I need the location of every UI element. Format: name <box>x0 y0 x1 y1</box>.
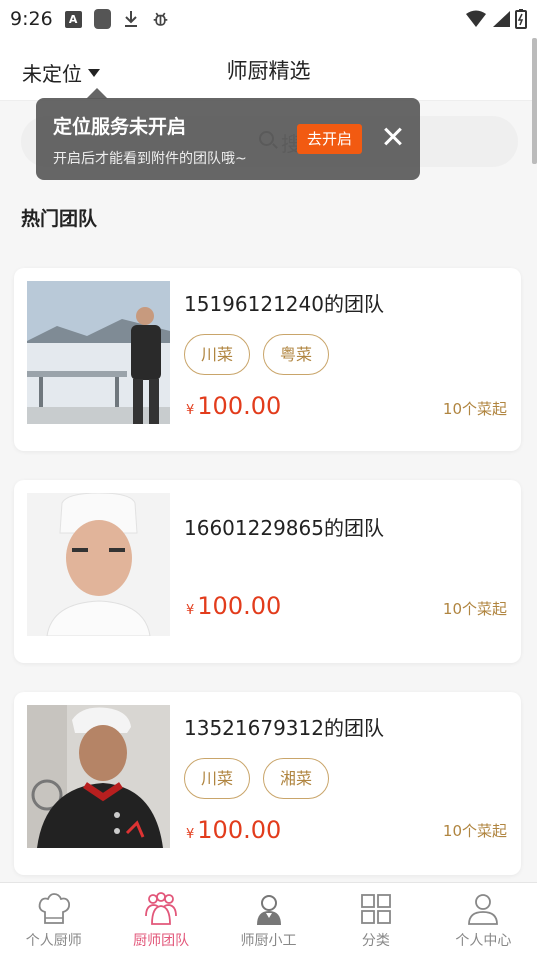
enable-location-button[interactable]: 去开启 <box>297 124 362 154</box>
status-time: 9:26 <box>10 8 53 30</box>
price-value: 100.00 <box>197 392 282 420</box>
bottom-tab-bar: 个人厨师 厨师团队 师厨小工 分类 个人中心 <box>0 882 537 956</box>
team-name: 15196121240的团队 <box>184 292 384 316</box>
team-photo <box>27 281 170 424</box>
cuisine-tag: 湘菜 <box>263 758 329 799</box>
tab-label: 个人中心 <box>455 933 512 949</box>
notification-a-icon: A <box>64 10 82 28</box>
team-card[interactable]: 15196121240的团队 川菜 粤菜 ¥100.00 10个菜起 <box>14 268 521 451</box>
section-title: 热门团队 <box>21 208 98 230</box>
wifi-icon <box>466 10 486 27</box>
team-card[interactable]: 13521679312的团队 川菜 湘菜 ¥100.00 10个菜起 <box>14 692 521 875</box>
tab-label: 分类 <box>361 933 390 949</box>
tab-category[interactable]: 分类 <box>322 883 429 956</box>
notification-square-icon <box>93 9 111 29</box>
cuisine-tag: 川菜 <box>184 758 250 799</box>
chef-hat-icon <box>38 893 70 924</box>
currency-symbol: ¥ <box>186 403 195 418</box>
grid-icon <box>361 894 391 924</box>
tab-label: 厨师团队 <box>133 933 190 949</box>
tab-label: 师厨小工 <box>240 933 297 949</box>
close-icon[interactable] <box>378 122 408 152</box>
cuisine-tag: 川菜 <box>184 334 250 375</box>
team-photo <box>27 705 170 848</box>
team-price: ¥100.00 <box>186 592 281 620</box>
team-price: ¥100.00 <box>186 392 281 420</box>
currency-symbol: ¥ <box>186 827 195 842</box>
helper-icon <box>256 895 281 925</box>
toast-subtitle: 开启后才能看到附件的团队哦~ <box>53 151 247 167</box>
cuisine-tags: 川菜 湘菜 <box>184 758 329 799</box>
team-icon <box>145 892 178 925</box>
tab-chef-helper[interactable]: 师厨小工 <box>215 883 322 956</box>
currency-symbol: ¥ <box>186 603 195 618</box>
cuisine-tags: 川菜 粤菜 <box>184 334 329 375</box>
app-header: 未定位 师厨精选 <box>0 38 537 101</box>
tab-label: 个人厨师 <box>25 933 82 949</box>
min-order: 10个菜起 <box>442 600 507 618</box>
team-price: ¥100.00 <box>186 816 281 844</box>
signal-icon <box>493 11 510 27</box>
status-bar: 9:26 A <box>0 0 537 38</box>
team-name: 16601229865的团队 <box>184 516 384 540</box>
user-icon <box>468 894 499 925</box>
battery-icon <box>515 9 527 29</box>
min-order: 10个菜起 <box>442 400 507 418</box>
tab-profile[interactable]: 个人中心 <box>430 883 537 956</box>
team-photo <box>27 493 170 636</box>
team-name: 13521679312的团队 <box>184 716 384 740</box>
location-toast: 定位服务未开启 开启后才能看到附件的团队哦~ 去开启 <box>36 98 420 180</box>
tab-chef-team[interactable]: 厨师团队 <box>107 883 214 956</box>
page-title: 师厨精选 <box>226 59 311 83</box>
scroll-indicator <box>532 38 537 164</box>
price-value: 100.00 <box>197 816 282 844</box>
min-order: 10个菜起 <box>442 822 507 840</box>
bug-icon <box>152 11 169 28</box>
team-card[interactable]: 16601229865的团队 ¥100.00 10个菜起 <box>14 480 521 663</box>
download-icon <box>123 11 140 28</box>
toast-title: 定位服务未开启 <box>53 116 187 138</box>
tab-personal-chef[interactable]: 个人厨师 <box>0 883 107 956</box>
price-value: 100.00 <box>197 592 282 620</box>
cuisine-tag: 粤菜 <box>263 334 329 375</box>
